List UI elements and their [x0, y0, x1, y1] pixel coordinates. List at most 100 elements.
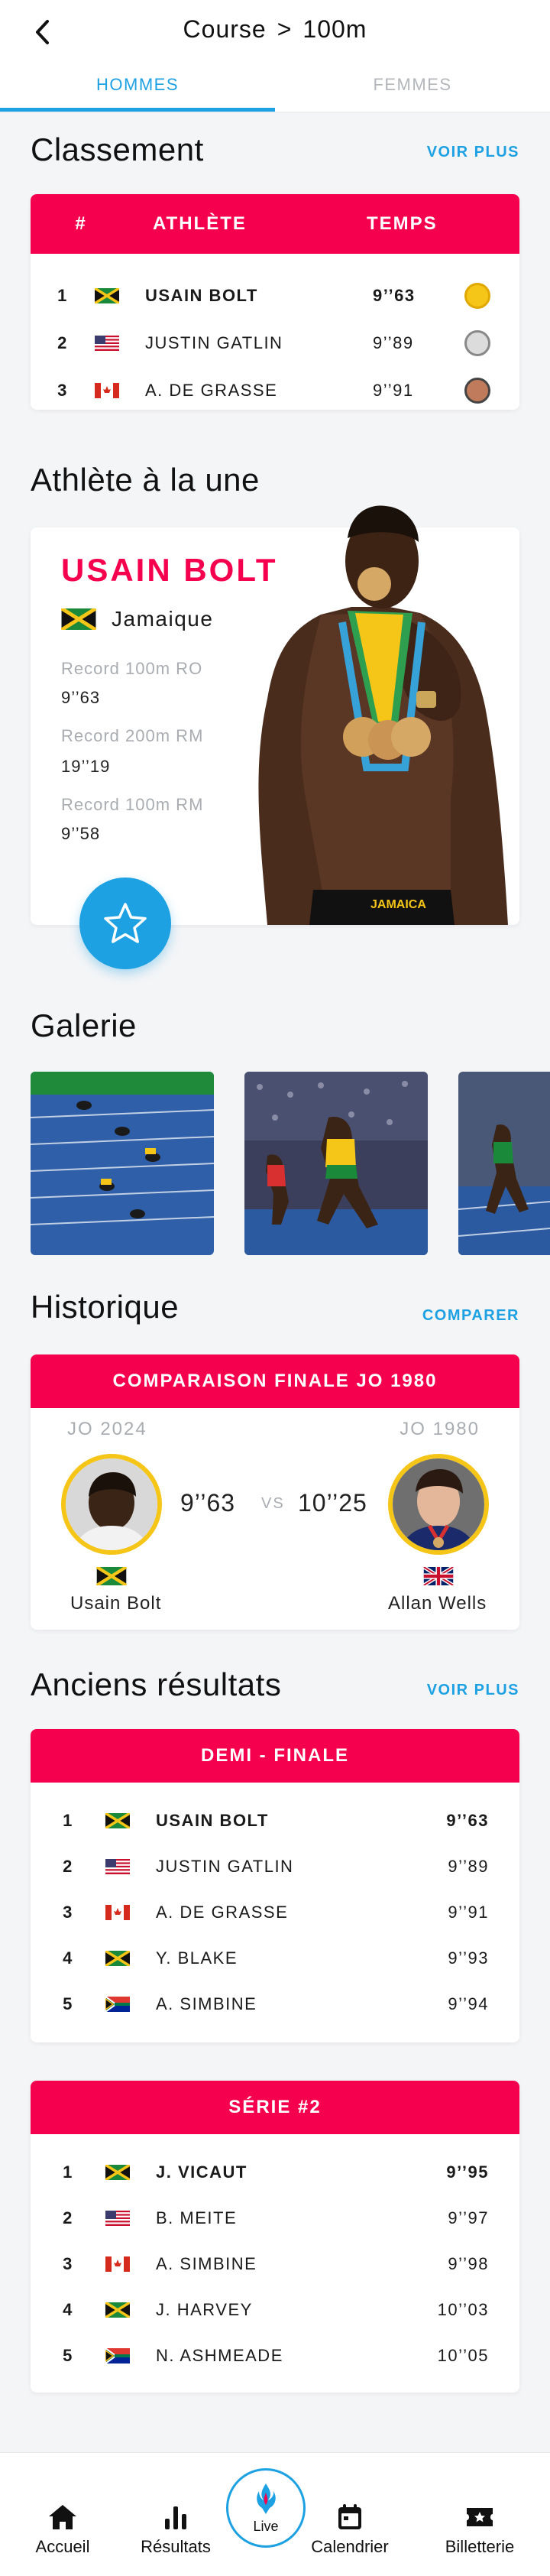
record-value: 19’’19 — [61, 757, 111, 776]
record-label: Record 200m RM — [61, 726, 204, 745]
athlete-name: N. ASHMEADE — [156, 2346, 283, 2365]
gallery-photo-bolt-running — [244, 1072, 428, 1255]
table-row[interactable]: 3 A. DE GRASSE 9’’91 — [31, 1890, 519, 1935]
section-title-anciens: Anciens résultats — [31, 1666, 282, 1702]
breadcrumb: Course >100m — [0, 15, 550, 44]
athlete-name: A. DE GRASSE — [145, 381, 278, 400]
avatar-allan-wells — [393, 1458, 484, 1550]
table-row[interactable]: 5 A. SIMBINE 9’’94 — [31, 1981, 519, 2027]
rank-number: 1 — [57, 286, 68, 305]
nav-accueil[interactable]: Accueil — [9, 2503, 116, 2557]
table-row[interactable]: 3 A. SIMBINE 9’’98 — [31, 2241, 519, 2287]
usa-flag-icon — [95, 336, 119, 351]
nav-label: Calendrier — [311, 2537, 389, 2556]
rank-number: 2 — [63, 2208, 73, 2227]
table-row[interactable]: 1 USAIN BOLT 9’’63 — [31, 272, 519, 320]
athlete-name: J. VICAUT — [156, 2162, 247, 2182]
crumb-sport[interactable]: Course — [183, 15, 267, 43]
column-header-athlete: ATHLÈTE — [153, 213, 247, 234]
table-row[interactable]: 1 J. VICAUT 9’’95 — [31, 2149, 519, 2195]
table-row[interactable]: 3 A. DE GRASSE 9’’91 — [31, 367, 519, 410]
nav-billetterie[interactable]: Billetterie — [426, 2503, 533, 2557]
comparer-link[interactable]: COMPARER — [422, 1307, 519, 1325]
rank-number: 3 — [57, 381, 68, 400]
table-row[interactable]: 5 N. ASHMEADE 10’’05 — [31, 2333, 519, 2379]
nav-label: Résultats — [141, 2537, 211, 2556]
featured-athlete-card[interactable]: USAIN BOLT Jamaique Record 100m RO 9’’63… — [31, 505, 519, 925]
athlete-name: JUSTIN GATLIN — [145, 333, 283, 352]
athlete-time: 9’’91 — [448, 1903, 489, 1922]
crumb-event: 100m — [302, 15, 367, 43]
usa-flag-icon — [105, 2211, 130, 2226]
tab-femmes[interactable]: FEMMES — [275, 69, 550, 112]
results-header: SÉRIE #2 — [31, 2081, 519, 2134]
jamaica-flag-icon — [96, 1567, 127, 1585]
column-header-time: TEMPS — [367, 213, 438, 234]
rank-number: 5 — [63, 1994, 73, 2013]
athlete-time: 9’’93 — [448, 1948, 489, 1968]
jamaica-flag-icon — [105, 2165, 130, 2180]
nav-live-button[interactable]: Live — [226, 2468, 306, 2548]
jamaica-flag-icon — [105, 1951, 130, 1966]
rank-number: 4 — [63, 1948, 73, 1968]
voir-plus-anciens-link[interactable]: VOIR PLUS — [427, 1682, 519, 1699]
athlete-name: JUSTIN GATLIN — [156, 1857, 294, 1876]
section-title-historique: Historique — [31, 1289, 180, 1325]
table-row[interactable]: 1 USAIN BOLT 9’’63 — [31, 1798, 519, 1844]
voir-plus-classement-link[interactable]: VOIR PLUS — [427, 144, 519, 161]
right-athlete-name: Allan Wells — [388, 1593, 487, 1614]
rank-number: 5 — [63, 2346, 73, 2365]
favorite-button[interactable] — [79, 878, 171, 969]
rank-number: 4 — [63, 2300, 73, 2319]
featured-athlete-country: Jamaique — [61, 607, 213, 631]
athlete-time: 9’’89 — [448, 1857, 489, 1876]
nav-calendrier[interactable]: Calendrier — [296, 2503, 403, 2557]
left-athlete-time: 9’’63 — [180, 1489, 236, 1517]
nav-label: Accueil — [35, 2537, 90, 2556]
athlete-time: 9’’63 — [446, 1811, 489, 1830]
athlete-name: A. SIMBINE — [156, 1994, 257, 2013]
athlete-time: 9’’97 — [448, 2208, 489, 2227]
classement-card: # ATHLÈTE TEMPS 1 USAIN BOLT 9’’63 2 JUS… — [31, 194, 519, 410]
canada-flag-icon — [105, 2256, 130, 2272]
comparison-card[interactable]: COMPARAISON FINALE JO 1980 JO 2024 JO 19… — [31, 1355, 519, 1630]
rank-number: 1 — [63, 1811, 73, 1830]
bottom-navigation: Accueil Résultats Live Calendrier Billet… — [0, 2452, 550, 2576]
gallery-image[interactable] — [244, 1072, 428, 1255]
southafrica-flag-icon — [105, 1997, 130, 2012]
column-header-rank: # — [75, 213, 87, 234]
right-games-label: JO 1980 — [400, 1419, 480, 1439]
nav-label: Billetterie — [445, 2537, 515, 2556]
record-value: 9’’63 — [61, 688, 101, 707]
results-header: DEMI - FINALE — [31, 1729, 519, 1783]
athlete-time: 9’’91 — [373, 381, 414, 400]
tab-hommes[interactable]: HOMMES — [0, 69, 275, 112]
gallery-image[interactable] — [31, 1072, 214, 1255]
gallery-image[interactable] — [458, 1072, 550, 1255]
nav-resultats[interactable]: Résultats — [122, 2503, 229, 2557]
table-row[interactable]: 2 JUSTIN GATLIN 9’’89 — [31, 320, 519, 367]
athlete-time: 9’’89 — [373, 333, 414, 352]
athlete-time: 9’’98 — [448, 2254, 489, 2273]
crumb-separator: > — [277, 15, 293, 43]
table-row[interactable]: 4 Y. BLAKE 9’’93 — [31, 1935, 519, 1981]
athlete-name: B. MEITE — [156, 2208, 238, 2227]
table-row[interactable]: 4 J. HARVEY 10’’03 — [31, 2287, 519, 2333]
athlete-name: A. SIMBINE — [156, 2254, 257, 2273]
athlete-name: A. DE GRASSE — [156, 1903, 289, 1922]
record-label: Record 100m RM — [61, 795, 204, 814]
athlete-time: 10’’05 — [437, 2346, 489, 2365]
table-row[interactable]: 2 JUSTIN GATLIN 9’’89 — [31, 1844, 519, 1890]
top-bar: Course >100m HOMMES FEMMES — [0, 0, 550, 113]
athlete-name: USAIN BOLT — [156, 1811, 269, 1830]
usa-flag-icon — [105, 1859, 130, 1874]
avatar-usain-bolt — [66, 1458, 157, 1550]
gallery-photo-race-aerial — [31, 1072, 214, 1255]
left-games-label: JO 2024 — [67, 1419, 147, 1439]
results-card-demi-finale: DEMI - FINALE 1 USAIN BOLT 9’’63 2 JUSTI… — [31, 1729, 519, 2042]
table-row[interactable]: 2 B. MEITE 9’’97 — [31, 2195, 519, 2241]
bar-chart-icon — [165, 2506, 186, 2529]
calendar-icon — [338, 2504, 361, 2529]
comparison-header: COMPARAISON FINALE JO 1980 — [31, 1355, 519, 1408]
silver-medal-icon — [464, 330, 490, 356]
